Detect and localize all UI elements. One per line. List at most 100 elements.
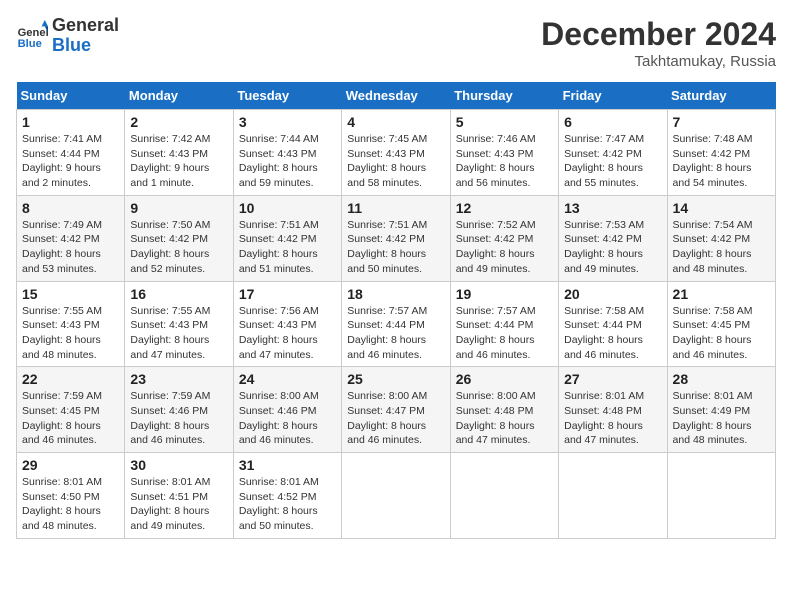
day-cell: 17 Sunrise: 7:56 AM Sunset: 4:43 PM Dayl… <box>233 281 341 367</box>
day-info: Sunrise: 7:57 AM Sunset: 4:44 PM Dayligh… <box>456 304 553 363</box>
day-number: 15 <box>22 286 119 302</box>
week-row-2: 8 Sunrise: 7:49 AM Sunset: 4:42 PM Dayli… <box>17 195 776 281</box>
header-thursday: Thursday <box>450 82 558 110</box>
day-number: 5 <box>456 114 553 130</box>
svg-text:General: General <box>18 27 48 39</box>
header-monday: Monday <box>125 82 233 110</box>
day-cell: 26 Sunrise: 8:00 AM Sunset: 4:48 PM Dayl… <box>450 367 558 453</box>
day-info: Sunrise: 7:54 AM Sunset: 4:42 PM Dayligh… <box>673 218 770 277</box>
calendar-table: SundayMondayTuesdayWednesdayThursdayFrid… <box>16 82 776 539</box>
header-saturday: Saturday <box>667 82 775 110</box>
page-header: General Blue General Blue December 2024 … <box>16 16 776 70</box>
day-number: 9 <box>130 200 227 216</box>
week-row-3: 15 Sunrise: 7:55 AM Sunset: 4:43 PM Dayl… <box>17 281 776 367</box>
logo-text: General Blue <box>52 16 119 56</box>
day-info: Sunrise: 7:41 AM Sunset: 4:44 PM Dayligh… <box>22 132 119 191</box>
header-sunday: Sunday <box>17 82 125 110</box>
header-friday: Friday <box>559 82 667 110</box>
day-cell: 6 Sunrise: 7:47 AM Sunset: 4:42 PM Dayli… <box>559 110 667 196</box>
day-number: 22 <box>22 371 119 387</box>
day-info: Sunrise: 7:48 AM Sunset: 4:42 PM Dayligh… <box>673 132 770 191</box>
month-title: December 2024 <box>541 16 776 53</box>
day-number: 28 <box>673 371 770 387</box>
day-info: Sunrise: 7:46 AM Sunset: 4:43 PM Dayligh… <box>456 132 553 191</box>
day-cell: 11 Sunrise: 7:51 AM Sunset: 4:42 PM Dayl… <box>342 195 450 281</box>
day-cell: 10 Sunrise: 7:51 AM Sunset: 4:42 PM Dayl… <box>233 195 341 281</box>
day-cell: 8 Sunrise: 7:49 AM Sunset: 4:42 PM Dayli… <box>17 195 125 281</box>
day-cell <box>450 453 558 539</box>
day-info: Sunrise: 7:59 AM Sunset: 4:45 PM Dayligh… <box>22 389 119 448</box>
header-row: SundayMondayTuesdayWednesdayThursdayFrid… <box>17 82 776 110</box>
day-info: Sunrise: 7:58 AM Sunset: 4:44 PM Dayligh… <box>564 304 661 363</box>
day-cell: 23 Sunrise: 7:59 AM Sunset: 4:46 PM Dayl… <box>125 367 233 453</box>
day-info: Sunrise: 7:51 AM Sunset: 4:42 PM Dayligh… <box>347 218 444 277</box>
day-number: 2 <box>130 114 227 130</box>
day-info: Sunrise: 7:47 AM Sunset: 4:42 PM Dayligh… <box>564 132 661 191</box>
day-info: Sunrise: 7:56 AM Sunset: 4:43 PM Dayligh… <box>239 304 336 363</box>
day-number: 19 <box>456 286 553 302</box>
day-number: 7 <box>673 114 770 130</box>
day-number: 17 <box>239 286 336 302</box>
day-info: Sunrise: 8:01 AM Sunset: 4:49 PM Dayligh… <box>673 389 770 448</box>
week-row-1: 1 Sunrise: 7:41 AM Sunset: 4:44 PM Dayli… <box>17 110 776 196</box>
day-info: Sunrise: 7:45 AM Sunset: 4:43 PM Dayligh… <box>347 132 444 191</box>
day-cell: 2 Sunrise: 7:42 AM Sunset: 4:43 PM Dayli… <box>125 110 233 196</box>
day-cell: 3 Sunrise: 7:44 AM Sunset: 4:43 PM Dayli… <box>233 110 341 196</box>
day-info: Sunrise: 7:58 AM Sunset: 4:45 PM Dayligh… <box>673 304 770 363</box>
day-number: 10 <box>239 200 336 216</box>
day-info: Sunrise: 7:51 AM Sunset: 4:42 PM Dayligh… <box>239 218 336 277</box>
day-cell: 30 Sunrise: 8:01 AM Sunset: 4:51 PM Dayl… <box>125 453 233 539</box>
day-number: 27 <box>564 371 661 387</box>
week-row-5: 29 Sunrise: 8:01 AM Sunset: 4:50 PM Dayl… <box>17 453 776 539</box>
day-number: 1 <box>22 114 119 130</box>
day-info: Sunrise: 8:01 AM Sunset: 4:50 PM Dayligh… <box>22 475 119 534</box>
day-number: 14 <box>673 200 770 216</box>
day-cell: 7 Sunrise: 7:48 AM Sunset: 4:42 PM Dayli… <box>667 110 775 196</box>
day-info: Sunrise: 7:55 AM Sunset: 4:43 PM Dayligh… <box>22 304 119 363</box>
day-info: Sunrise: 7:49 AM Sunset: 4:42 PM Dayligh… <box>22 218 119 277</box>
day-number: 8 <box>22 200 119 216</box>
day-cell: 16 Sunrise: 7:55 AM Sunset: 4:43 PM Dayl… <box>125 281 233 367</box>
day-number: 18 <box>347 286 444 302</box>
day-number: 29 <box>22 457 119 473</box>
day-cell: 27 Sunrise: 8:01 AM Sunset: 4:48 PM Dayl… <box>559 367 667 453</box>
day-number: 3 <box>239 114 336 130</box>
day-number: 23 <box>130 371 227 387</box>
day-cell: 12 Sunrise: 7:52 AM Sunset: 4:42 PM Dayl… <box>450 195 558 281</box>
svg-text:Blue: Blue <box>18 38 42 50</box>
day-info: Sunrise: 7:50 AM Sunset: 4:42 PM Dayligh… <box>130 218 227 277</box>
day-cell: 18 Sunrise: 7:57 AM Sunset: 4:44 PM Dayl… <box>342 281 450 367</box>
day-cell: 21 Sunrise: 7:58 AM Sunset: 4:45 PM Dayl… <box>667 281 775 367</box>
day-info: Sunrise: 7:44 AM Sunset: 4:43 PM Dayligh… <box>239 132 336 191</box>
day-number: 31 <box>239 457 336 473</box>
day-number: 6 <box>564 114 661 130</box>
day-number: 12 <box>456 200 553 216</box>
day-cell: 19 Sunrise: 7:57 AM Sunset: 4:44 PM Dayl… <box>450 281 558 367</box>
day-info: Sunrise: 8:01 AM Sunset: 4:51 PM Dayligh… <box>130 475 227 534</box>
day-info: Sunrise: 7:42 AM Sunset: 4:43 PM Dayligh… <box>130 132 227 191</box>
header-tuesday: Tuesday <box>233 82 341 110</box>
day-cell: 24 Sunrise: 8:00 AM Sunset: 4:46 PM Dayl… <box>233 367 341 453</box>
day-cell: 4 Sunrise: 7:45 AM Sunset: 4:43 PM Dayli… <box>342 110 450 196</box>
day-number: 25 <box>347 371 444 387</box>
day-info: Sunrise: 8:00 AM Sunset: 4:47 PM Dayligh… <box>347 389 444 448</box>
day-number: 21 <box>673 286 770 302</box>
day-info: Sunrise: 8:01 AM Sunset: 4:48 PM Dayligh… <box>564 389 661 448</box>
day-info: Sunrise: 7:57 AM Sunset: 4:44 PM Dayligh… <box>347 304 444 363</box>
day-info: Sunrise: 8:01 AM Sunset: 4:52 PM Dayligh… <box>239 475 336 534</box>
day-number: 24 <box>239 371 336 387</box>
day-number: 13 <box>564 200 661 216</box>
day-info: Sunrise: 7:59 AM Sunset: 4:46 PM Dayligh… <box>130 389 227 448</box>
title-block: December 2024 Takhtamukay, Russia <box>541 16 776 70</box>
day-info: Sunrise: 8:00 AM Sunset: 4:48 PM Dayligh… <box>456 389 553 448</box>
day-cell: 20 Sunrise: 7:58 AM Sunset: 4:44 PM Dayl… <box>559 281 667 367</box>
day-cell: 15 Sunrise: 7:55 AM Sunset: 4:43 PM Dayl… <box>17 281 125 367</box>
day-cell: 5 Sunrise: 7:46 AM Sunset: 4:43 PM Dayli… <box>450 110 558 196</box>
day-info: Sunrise: 7:55 AM Sunset: 4:43 PM Dayligh… <box>130 304 227 363</box>
day-cell: 14 Sunrise: 7:54 AM Sunset: 4:42 PM Dayl… <box>667 195 775 281</box>
day-cell: 22 Sunrise: 7:59 AM Sunset: 4:45 PM Dayl… <box>17 367 125 453</box>
header-wednesday: Wednesday <box>342 82 450 110</box>
logo-icon: General Blue <box>16 20 48 52</box>
day-number: 11 <box>347 200 444 216</box>
day-info: Sunrise: 7:52 AM Sunset: 4:42 PM Dayligh… <box>456 218 553 277</box>
